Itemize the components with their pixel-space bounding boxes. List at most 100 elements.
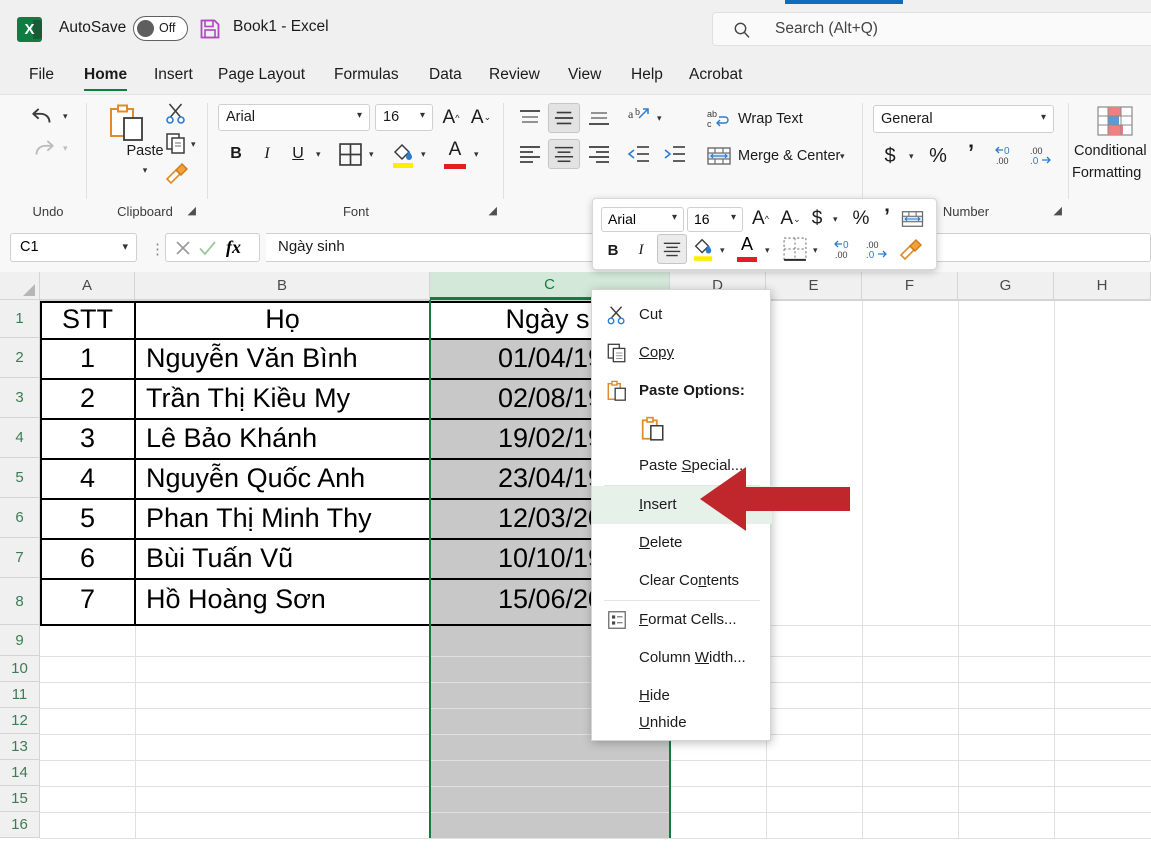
orientation-chevron-down-icon[interactable]: ▾ [657, 113, 662, 124]
tab-home[interactable]: Home [73, 58, 138, 94]
fill-color-icon[interactable] [391, 140, 415, 168]
paste-icon[interactable] [107, 103, 147, 143]
save-icon[interactable] [198, 17, 222, 41]
mini-italic-button[interactable]: I [629, 237, 653, 263]
mini-borders-chevron-down-icon[interactable]: ▾ [813, 245, 818, 256]
cut-scissors-icon[interactable] [164, 101, 189, 125]
row-header-13[interactable]: 13 [0, 734, 40, 760]
tab-view[interactable]: View [557, 58, 612, 94]
row-header-9[interactable]: 9 [0, 625, 40, 656]
cell-a4[interactable]: 3 [42, 420, 133, 458]
mini-align-center-icon[interactable] [657, 234, 687, 264]
row-header-6[interactable]: 6 [0, 498, 40, 538]
cell-a1[interactable]: STT [42, 302, 133, 338]
context-menu-item-clear-contents[interactable]: Clear Contents [592, 562, 772, 600]
column-header-h[interactable]: H [1054, 272, 1151, 300]
mini-increase-decimal-icon[interactable]: 0 .00 [833, 237, 859, 261]
mini-fill-color-icon[interactable] [692, 235, 714, 261]
merge-center-icon[interactable] [706, 145, 732, 167]
conditional-formatting-label-line2[interactable]: Formatting [1072, 165, 1141, 181]
font-dialog-launcher[interactable]: ◢ [489, 204, 497, 217]
decrease-indent-icon[interactable] [626, 143, 652, 165]
mini-comma-button[interactable]: ’ [877, 204, 897, 230]
context-menu-item-paste-button[interactable] [592, 410, 772, 448]
cell-b4[interactable]: Lê Bảo Khánh [136, 420, 429, 458]
align-left-icon[interactable] [517, 143, 543, 165]
mini-grow-font-icon[interactable]: A^ [747, 206, 774, 232]
tab-help[interactable]: Help [620, 58, 674, 94]
align-center-icon[interactable] [548, 139, 580, 169]
column-header-e[interactable]: E [766, 272, 862, 300]
search-box[interactable]: Search (Alt+Q) [712, 12, 1151, 46]
increase-indent-icon[interactable] [662, 143, 688, 165]
row-header-4[interactable]: 4 [0, 418, 40, 458]
underline-chevron-down-icon[interactable]: ▾ [316, 149, 321, 160]
conditional-formatting-icon[interactable] [1097, 105, 1133, 137]
number-dialog-launcher[interactable]: ◢ [1054, 204, 1062, 217]
cell-b3[interactable]: Trần Thị Kiều My [136, 380, 429, 418]
row-header-1[interactable]: 1 [0, 300, 40, 338]
bold-button[interactable]: B [223, 141, 249, 167]
row-header-15[interactable]: 15 [0, 786, 40, 812]
percent-format-button[interactable]: % [926, 143, 950, 169]
cell-b5[interactable]: Nguyễn Quốc Anh [136, 460, 429, 498]
mini-shrink-font-icon[interactable]: A⌄ [777, 206, 804, 232]
row-header-11[interactable]: 11 [0, 682, 40, 708]
tab-page-layout[interactable]: Page Layout [207, 58, 316, 94]
mini-font-color-chevron-down-icon[interactable]: ▾ [765, 245, 770, 256]
align-right-icon[interactable] [586, 143, 612, 165]
fx-icon[interactable]: fx [226, 237, 241, 258]
align-middle-icon[interactable] [548, 103, 580, 133]
mini-currency-chevron-down-icon[interactable]: ▾ [833, 214, 838, 225]
shrink-font-icon[interactable]: A⌄ [467, 104, 495, 131]
column-header-g[interactable]: G [958, 272, 1054, 300]
context-menu-item-copy[interactable]: Copy [592, 334, 772, 372]
tab-data[interactable]: Data [418, 58, 473, 94]
enter-check-icon[interactable] [198, 239, 217, 257]
cell-a8[interactable]: 7 [42, 580, 133, 624]
row-header-3[interactable]: 3 [0, 378, 40, 418]
copy-dropdown-chevron-down-icon[interactable]: ▾ [191, 139, 196, 150]
context-menu-item-cut[interactable]: Cut [592, 296, 772, 334]
cell-b2[interactable]: Nguyễn Văn Bình [136, 340, 429, 378]
mini-borders-icon[interactable] [783, 237, 807, 261]
conditional-formatting-label-line1[interactable]: Conditional [1074, 143, 1147, 159]
row-header-16[interactable]: 16 [0, 812, 40, 838]
cell-a5[interactable]: 4 [42, 460, 133, 498]
context-menu-item-column-width[interactable]: Column Width... [592, 639, 772, 677]
row-header-7[interactable]: 7 [0, 538, 40, 578]
cell-a7[interactable]: 6 [42, 540, 133, 578]
select-all-corner[interactable] [0, 272, 40, 300]
cell-a6[interactable]: 5 [42, 500, 133, 538]
tab-review[interactable]: Review [478, 58, 551, 94]
mini-percent-button[interactable]: % [849, 206, 873, 232]
mini-font-name-combobox[interactable]: Arial ▾ [601, 207, 684, 232]
column-header-f[interactable]: F [862, 272, 958, 300]
cancel-x-icon[interactable] [174, 239, 192, 257]
context-menu-item-unhide[interactable]: Unhide [592, 704, 772, 742]
tab-acrobat[interactable]: Acrobat [678, 58, 753, 94]
cell-b8[interactable]: Hồ Hoàng Sơn [136, 580, 429, 624]
merge-center-label[interactable]: Merge & Center [738, 148, 840, 164]
decrease-decimal-icon[interactable]: .00 .0 [1028, 143, 1054, 167]
row-header-2[interactable]: 2 [0, 338, 40, 378]
mini-font-color-icon[interactable]: A [736, 234, 758, 255]
mini-format-painter-icon[interactable] [897, 237, 925, 261]
align-bottom-icon[interactable] [586, 107, 612, 129]
tab-file[interactable]: File [18, 58, 65, 94]
cell-b6[interactable]: Phan Thị Minh Thy [136, 500, 429, 538]
number-format-combobox[interactable]: General ▾ [873, 105, 1054, 133]
text-orientation-icon[interactable]: a b [626, 105, 652, 129]
mini-merge-center-icon[interactable] [900, 209, 925, 229]
font-color-icon[interactable]: A [443, 139, 467, 161]
cell-b1[interactable]: Họ [136, 302, 429, 338]
mini-font-size-combobox[interactable]: 16 ▾ [687, 207, 743, 232]
column-header-a[interactable]: A [40, 272, 135, 300]
comma-style-button[interactable]: ’ [959, 140, 983, 166]
wrap-text-icon[interactable]: ab c [707, 108, 731, 130]
borders-icon[interactable] [339, 143, 362, 166]
merge-center-chevron-down-icon[interactable]: ▾ [840, 151, 845, 162]
row-header-8[interactable]: 8 [0, 578, 40, 625]
formula-bar-handle[interactable]: ⋮ [150, 240, 165, 258]
mini-fill-color-chevron-down-icon[interactable]: ▾ [720, 245, 725, 256]
